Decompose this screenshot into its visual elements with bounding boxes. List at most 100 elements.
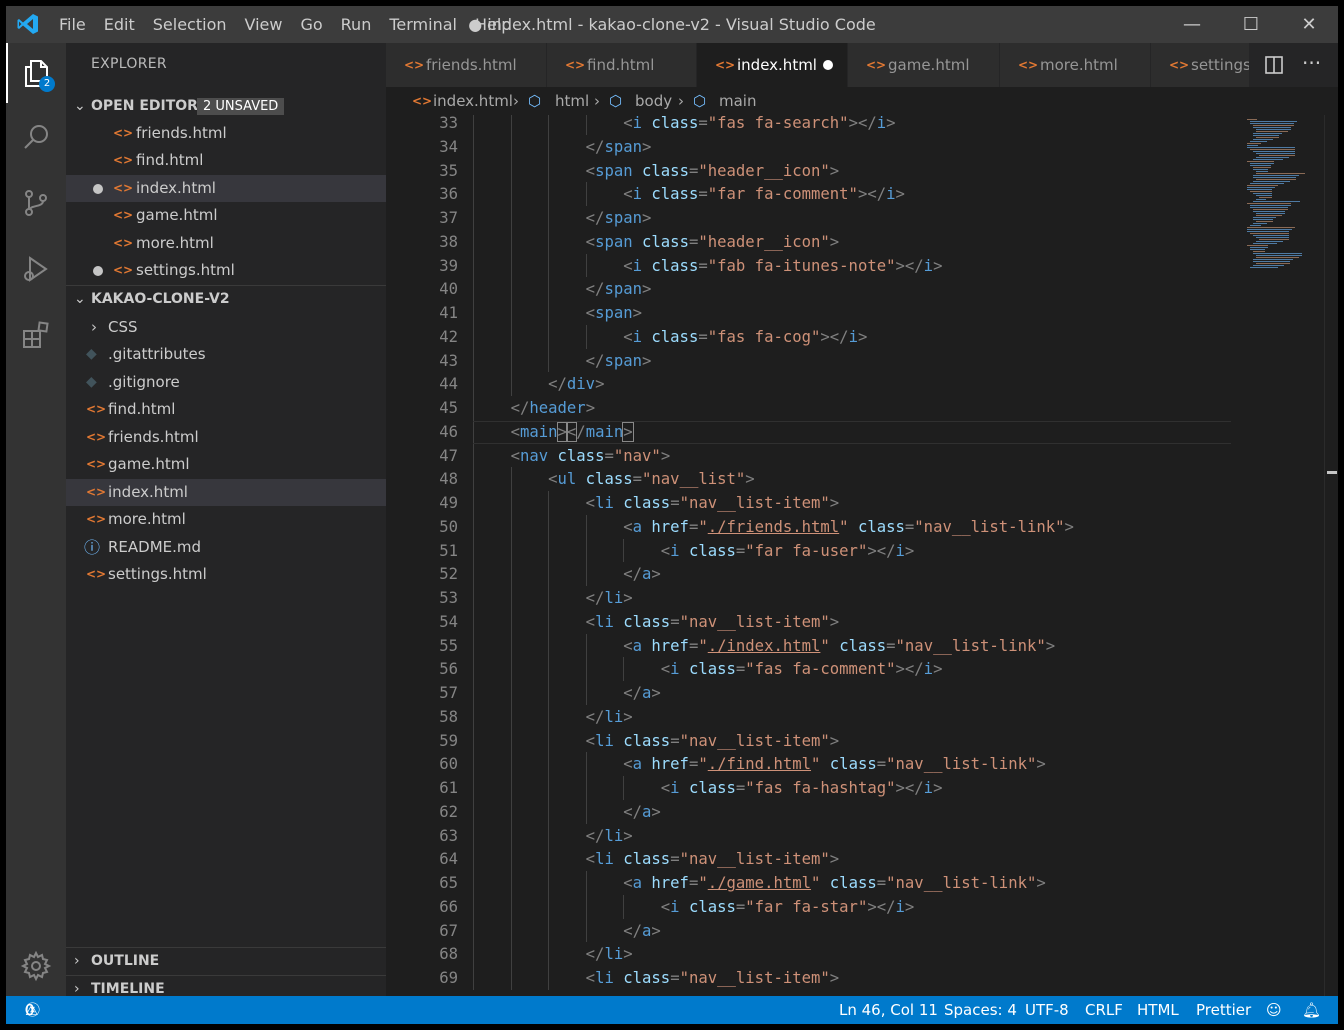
language-mode[interactable]: HTML — [1137, 996, 1179, 1024]
line-ending[interactable]: CRLF — [1085, 996, 1123, 1024]
project-section[interactable]: ⌄ KAKAO-CLONE-V2 — [66, 286, 386, 313]
code-line[interactable]: <li class="nav__list-item"> — [473, 732, 840, 750]
tab-settings[interactable]: <> settings.html — [1151, 43, 1250, 87]
minimize-button[interactable]: — — [1163, 6, 1221, 43]
code-line[interactable]: </div> — [473, 375, 604, 393]
more-actions-icon[interactable]: ··· — [1302, 43, 1321, 83]
code-line[interactable]: </li> — [473, 945, 633, 963]
minimap[interactable] — [1238, 115, 1324, 996]
code-line[interactable]: <li class="nav__list-item"> — [473, 969, 840, 987]
code-line[interactable]: </li> — [473, 827, 633, 845]
code-line[interactable]: </li> — [473, 589, 633, 607]
tree-file[interactable]: ◆ .gitignore — [66, 369, 386, 396]
source-control-activity-button[interactable] — [6, 173, 66, 233]
menu-view[interactable]: View — [236, 6, 292, 43]
menu-edit[interactable]: Edit — [95, 6, 144, 43]
run-debug-activity-button[interactable] — [6, 239, 66, 299]
menu-selection[interactable]: Selection — [144, 6, 236, 43]
close-button[interactable]: ✕ — [1280, 6, 1338, 43]
tree-file[interactable]: ◆ .gitattributes — [66, 341, 386, 368]
open-editor-item[interactable]: <> more.html — [66, 230, 386, 257]
tree-file[interactable]: <> find.html — [66, 396, 386, 423]
code-line[interactable]: <span class="header__icon"> — [473, 233, 840, 251]
code-token: i — [876, 115, 887, 132]
code-line[interactable]: <a href="./game.html" class="nav__list-l… — [473, 874, 1046, 892]
code-line[interactable]: <a href="./friends.html" class="nav__lis… — [473, 518, 1074, 536]
code-line[interactable]: <ul class="nav__list"> — [473, 470, 755, 488]
code-line[interactable]: <span> — [473, 304, 642, 322]
explorer-activity-button[interactable]: 2 — [6, 43, 66, 103]
minimap-line — [1256, 131, 1288, 132]
breadcrumb-item[interactable]: main — [719, 87, 756, 115]
code-line[interactable]: <i class="far fa-star"></i> — [473, 898, 915, 916]
tab-more[interactable]: <> more.html — [1000, 43, 1151, 87]
tab-game[interactable]: <> game.html — [848, 43, 1000, 87]
code-line[interactable]: <i class="fas fa-hashtag"></i> — [473, 779, 943, 797]
code-line[interactable]: </span> — [473, 280, 652, 298]
code-line[interactable]: <main></main> — [473, 421, 634, 442]
code-line[interactable]: <a href="./find.html" class="nav__list-l… — [473, 755, 1046, 773]
line-number: 38 — [439, 232, 458, 251]
open-editors-section[interactable]: ⌄ OPEN EDITORS 2 UNSAVED — [66, 93, 386, 120]
cursor-position[interactable]: Ln 46, Col 11 — [839, 996, 938, 1024]
code-line[interactable]: <nav class="nav"> — [473, 447, 671, 465]
menu-file[interactable]: File — [50, 6, 95, 43]
code-editor[interactable]: 33 <i class="fas fa-search"></i> 34 </spa… — [386, 115, 1338, 996]
breadcrumb-item[interactable]: html — [555, 87, 589, 115]
code-line[interactable]: </span> — [473, 209, 652, 227]
code-line[interactable]: <i class="far fa-user"></i> — [473, 542, 915, 560]
open-editor-item[interactable]: <> friends.html — [66, 120, 386, 147]
tree-file[interactable]: <> index.html — [66, 479, 386, 506]
unsaved-dot-icon[interactable] — [823, 60, 833, 70]
code-line[interactable]: <li class="nav__list-item"> — [473, 494, 840, 512]
split-editor-icon[interactable] — [1264, 55, 1284, 75]
code-line[interactable]: <span class="header__icon"> — [473, 162, 840, 180]
search-activity-button[interactable] — [6, 107, 66, 167]
code-line[interactable]: <li class="nav__list-item"> — [473, 613, 840, 631]
encoding[interactable]: UTF-8 — [1025, 996, 1069, 1024]
feedback-icon[interactable]: ☺ — [1266, 996, 1282, 1024]
tree-file[interactable]: <> more.html — [66, 506, 386, 533]
code-line[interactable]: <i class="fas fa-cog"></i> — [473, 328, 867, 346]
manage-activity-button[interactable] — [6, 936, 66, 996]
menu-go[interactable]: Go — [291, 6, 331, 43]
tree-file[interactable]: <> friends.html — [66, 424, 386, 451]
menu-run[interactable]: Run — [332, 6, 381, 43]
maximize-button[interactable]: ☐ — [1222, 6, 1280, 43]
code-line[interactable]: </span> — [473, 352, 652, 370]
breadcrumb-item[interactable]: body — [635, 87, 672, 115]
code-line[interactable]: </a> — [473, 565, 661, 583]
tab-index[interactable]: <> index.html — [697, 43, 848, 87]
tree-file[interactable]: ⓘ README.md — [66, 534, 386, 561]
code-line[interactable]: <i class="fas fa-comment"></i> — [473, 660, 943, 678]
code-line[interactable]: </span> — [473, 138, 652, 156]
tab-find[interactable]: <> find.html — [547, 43, 697, 87]
code-line[interactable]: </a> — [473, 803, 661, 821]
formatter[interactable]: Prettier — [1196, 996, 1251, 1024]
open-editor-item[interactable]: <> find.html — [66, 147, 386, 174]
tree-file[interactable]: <> settings.html — [66, 561, 386, 588]
outline-section[interactable]: › OUTLINE — [66, 948, 386, 975]
extensions-activity-button[interactable] — [6, 305, 66, 365]
menu-help[interactable]: Help — [466, 6, 520, 43]
bell-icon[interactable]: 🔔︎ — [1302, 996, 1321, 1024]
tree-folder[interactable]: › CSS — [66, 314, 386, 341]
code-line[interactable]: </header> — [473, 399, 596, 417]
indentation[interactable]: Spaces: 4 — [944, 996, 1017, 1024]
breadcrumb-item[interactable]: index.html — [433, 87, 513, 115]
code-line[interactable]: <li class="nav__list-item"> — [473, 850, 840, 868]
code-line[interactable]: </a> — [473, 684, 661, 702]
code-line[interactable]: <i class="fab fa-itunes-note"></i> — [473, 257, 942, 275]
menu-terminal[interactable]: Terminal — [380, 6, 466, 43]
tree-file[interactable]: <> game.html — [66, 451, 386, 478]
tab-friends[interactable]: <> friends.html — [386, 43, 547, 87]
open-editor-item[interactable]: <> game.html — [66, 202, 386, 229]
code-line[interactable]: <i class="fas fa-search"></i> — [473, 115, 895, 132]
code-line[interactable]: </li> — [473, 708, 633, 726]
vertical-scrollbar[interactable] — [1324, 115, 1338, 996]
code-line[interactable]: </a> — [473, 922, 661, 940]
open-editor-item[interactable]: <> index.html — [66, 175, 386, 202]
code-line[interactable]: <i class="far fa-comment"></i> — [473, 185, 905, 203]
open-editor-item[interactable]: <> settings.html — [66, 257, 386, 284]
code-line[interactable]: <a href="./index.html" class="nav__list-… — [473, 637, 1055, 655]
